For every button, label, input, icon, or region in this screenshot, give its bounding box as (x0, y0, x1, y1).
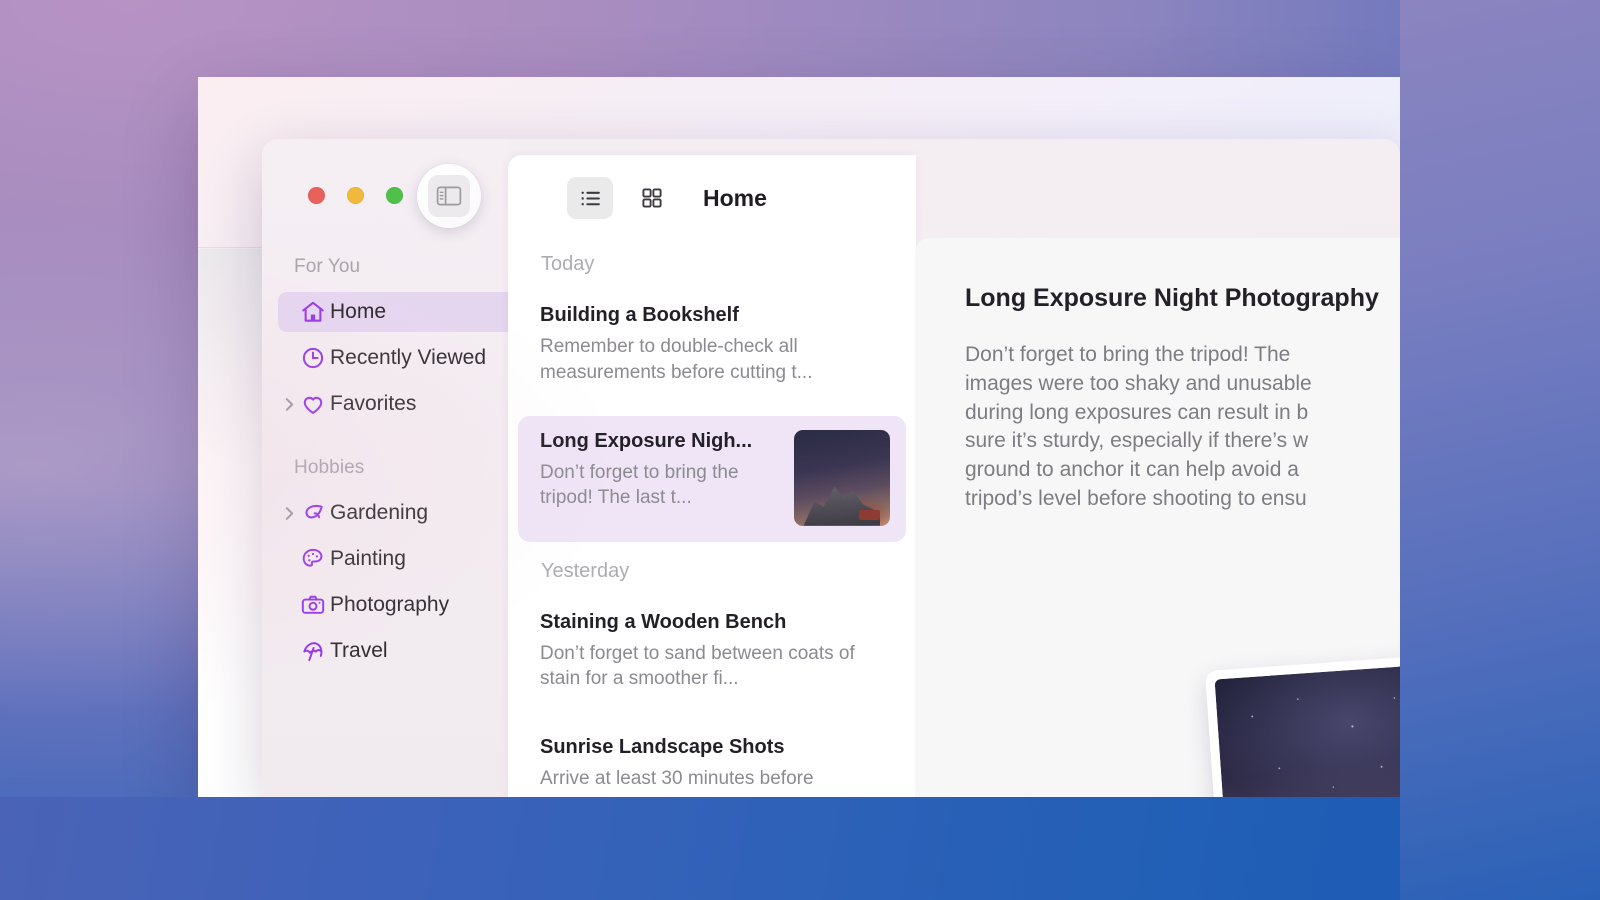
list-section-label-yesterday: Yesterday (508, 542, 916, 583)
toggle-sidebar-button[interactable] (417, 164, 481, 228)
sidebar-item-painting[interactable]: Painting (278, 539, 538, 579)
list-section-label-today: Today (508, 241, 916, 276)
sidebar-item-label: Travel (330, 639, 388, 663)
note-title: Long Exposure Nigh... (540, 430, 780, 453)
sidebar-item-home[interactable]: Home (278, 292, 538, 332)
chevron-right-icon[interactable] (278, 396, 300, 413)
background-right (1400, 0, 1600, 900)
list-item[interactable]: Staining a Wooden Bench Don’t forget to … (518, 597, 906, 709)
heart-icon (300, 391, 330, 417)
sidebar-item-label: Gardening (330, 501, 428, 525)
sidebar-item-travel[interactable]: Travel (278, 631, 538, 671)
palette-icon (300, 546, 330, 572)
sidebar-item-recently-viewed[interactable]: Recently Viewed (278, 338, 538, 378)
sidebar-group-label-hobbies: Hobbies (294, 457, 364, 479)
note-preview: Remember to double-check all measurement… (540, 334, 890, 386)
sidebar-item-gardening[interactable]: Gardening (278, 493, 538, 533)
sidebar-item-favorites[interactable]: Favorites (278, 384, 538, 424)
list-item[interactable]: Sunrise Landscape Shots Arrive at least … (518, 722, 906, 797)
minimize-window-button[interactable] (347, 187, 364, 204)
note-list-scroll-area[interactable]: Today Building a Bookshelf Remember to d… (508, 241, 916, 797)
note-preview: Don’t forget to sand between coats of st… (540, 641, 890, 693)
sidebar-item-label: Painting (330, 547, 406, 571)
page-title: Home (703, 185, 767, 212)
leaf-icon (300, 500, 330, 526)
note-title: Sunrise Landscape Shots (540, 736, 890, 759)
note-title: Staining a Wooden Bench (540, 611, 890, 634)
window-controls (308, 187, 403, 204)
sidebar-group-label-for-you: For You (294, 256, 360, 278)
maximize-window-button[interactable] (386, 187, 403, 204)
night-sky-mountain-photo[interactable] (1205, 650, 1400, 797)
chevron-right-icon[interactable] (278, 505, 300, 522)
desktop-background: For You Home (0, 0, 1600, 900)
note-preview: Don’t forget to bring the tripod! The la… (540, 460, 780, 512)
sidebar-item-label: Recently Viewed (330, 346, 486, 370)
list-view-button[interactable] (567, 177, 613, 219)
note-detail-pane: Long Exposure Night Photography Don’t fo… (915, 238, 1400, 797)
clock-icon (300, 345, 330, 371)
detail-title: Long Exposure Night Photography (965, 284, 1379, 313)
sidebar-item-label: Favorites (330, 392, 416, 416)
note-preview: Arrive at least 30 minutes before (540, 766, 890, 792)
grid-view-button[interactable] (629, 177, 675, 219)
close-window-button[interactable] (308, 187, 325, 204)
camera-icon (300, 592, 330, 618)
sidebar: For You Home (262, 139, 508, 797)
sidebar-toggle-icon (428, 175, 470, 217)
background-bottom (0, 797, 1600, 900)
sidebar-item-label: Photography (330, 593, 449, 617)
note-title: Building a Bookshelf (540, 304, 890, 327)
sidebar-item-photography[interactable]: Photography (278, 585, 538, 625)
house-icon (300, 299, 330, 325)
night-mountain-thumbnail (794, 430, 890, 526)
list-toolbar: Home (508, 155, 916, 241)
notes-app-window: For You Home (262, 139, 1400, 797)
list-item[interactable]: Building a Bookshelf Remember to double-… (518, 290, 906, 402)
beach-umbrella-icon (300, 638, 330, 664)
note-list-panel: Home Today Building a Bookshelf Remember… (508, 155, 916, 797)
list-item[interactable]: Long Exposure Nigh... Don’t forget to br… (518, 416, 906, 542)
detail-body: Don’t forget to bring the tripod! The im… (965, 341, 1400, 514)
sidebar-item-label: Home (330, 300, 386, 324)
